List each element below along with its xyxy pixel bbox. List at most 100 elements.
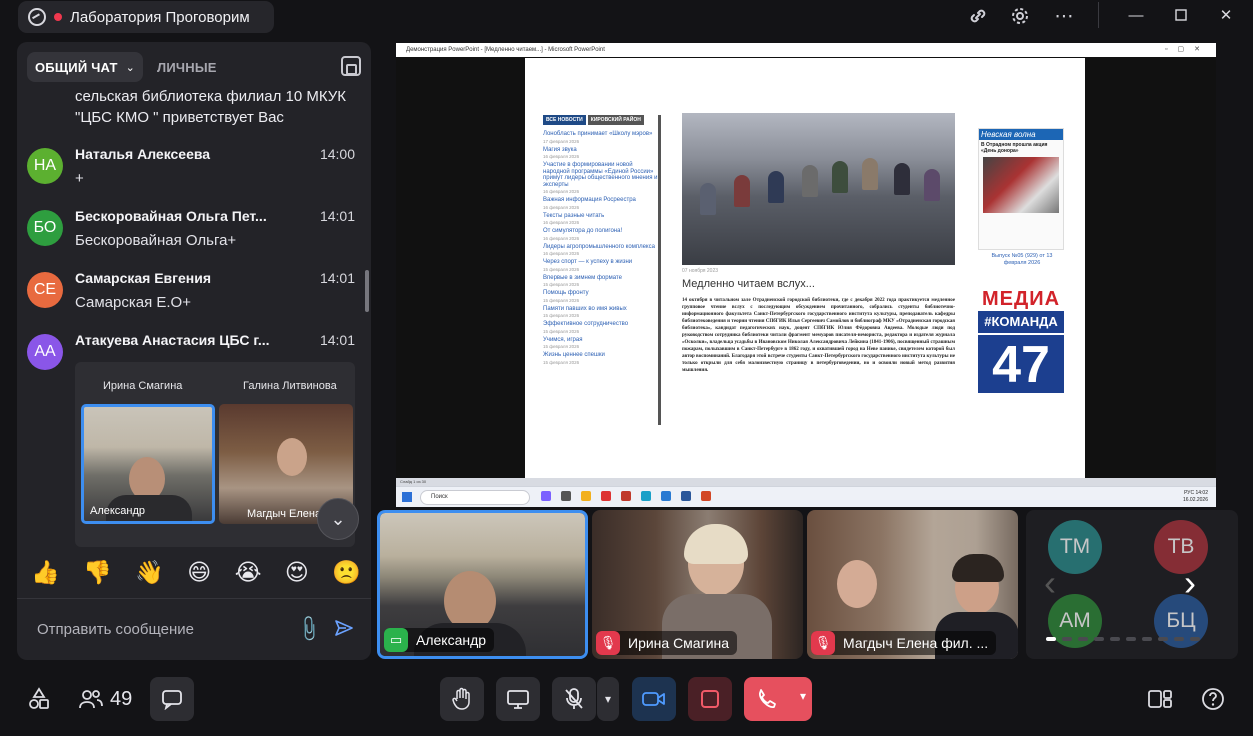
page-dot[interactable] — [1174, 637, 1184, 641]
message-author: Самарская Евгения — [75, 270, 212, 286]
hang-up-button[interactable]: ▾ — [744, 677, 812, 721]
news-item-title: Магия звука — [543, 146, 577, 153]
page-dot[interactable] — [1110, 637, 1120, 641]
maximize-window-icon[interactable] — [1167, 4, 1195, 26]
reaction-thumbs-up[interactable]: 👍 — [31, 559, 60, 586]
side-ads: Невская волна В Отрадном прошла акция «Д… — [978, 113, 1068, 423]
reaction-bar: 👍 👎 👋 😄 😭 😍 🙁 — [31, 552, 361, 592]
record-stop-button[interactable] — [688, 677, 732, 721]
more-options-icon[interactable]: ⋯ — [1051, 4, 1077, 28]
tab-general-chat-label: ОБЩИЙ ЧАТ — [35, 59, 118, 75]
reaction-thumbs-down[interactable]: 👎 — [83, 559, 112, 586]
page-dot[interactable] — [1046, 637, 1056, 641]
chat-image-attachment[interactable]: Ирина Смагина Галина Литвинова Александр… — [75, 362, 355, 547]
news-item-title: Важная информация Росреестра — [543, 197, 636, 203]
apps-shapes-icon[interactable] — [24, 684, 54, 714]
message-time: 14:01 — [319, 208, 355, 224]
page-dot[interactable] — [1126, 637, 1136, 641]
message-text: + — [75, 170, 84, 187]
photo-figure — [768, 171, 784, 203]
message-continued-text: сельская библиотека филиал 10 МКУК "ЦБС … — [75, 88, 347, 126]
participants-icon[interactable] — [76, 684, 106, 714]
chat-scrollbar[interactable] — [365, 270, 369, 312]
tab-general-chat[interactable]: ОБЩИЙ ЧАТ ⌄ — [27, 52, 144, 82]
newspaper-issue: Выпуск №05 (929) от 13 февраля 2026 — [991, 253, 1053, 266]
avatar[interactable]: ТМ — [1048, 520, 1102, 574]
news-item-date: 16 февраля 2026 — [543, 220, 580, 225]
news-item-date: 16 февраля 2026 — [543, 251, 580, 256]
page-dot[interactable] — [1158, 637, 1168, 641]
page-dot[interactable] — [1062, 637, 1072, 641]
news-item-date: 15 февраля 2026 — [543, 344, 580, 349]
avatar[interactable]: БО — [27, 210, 63, 246]
screen-share-button[interactable] — [496, 677, 540, 721]
taskbar-app-icon — [681, 491, 691, 501]
tab-private-label: ЛИЧНЫЕ — [157, 59, 217, 75]
popout-chat-icon[interactable] — [341, 56, 361, 76]
avatar[interactable]: АА — [27, 334, 63, 370]
close-window-icon[interactable]: ✕ — [1212, 4, 1240, 26]
pagination-dots — [1046, 637, 1200, 641]
tab-private[interactable]: ЛИЧНЫЕ — [149, 52, 225, 82]
reaction-heart-eyes[interactable]: 😍 — [285, 559, 309, 586]
news-list-header: ВСЕ НОВОСТИ КИРОВСКИЙ РАЙОН — [543, 115, 658, 125]
chat-toggle-button[interactable] — [150, 677, 194, 721]
windows-taskbar: Поиск РУС 14:02 16.02.2026 — [396, 486, 1216, 507]
scroll-to-bottom-button[interactable]: ⌄ — [317, 498, 359, 540]
news-items: Лонобласть принимает «Школу мэров» 17 фев… — [543, 131, 658, 365]
paperclip-icon[interactable]: 📎 — [294, 614, 324, 644]
mic-options-chevron-icon[interactable]: ▾ — [597, 677, 619, 721]
news-item-title: Через спорт — к успеху в жизни — [543, 259, 633, 265]
raise-hand-button[interactable] — [440, 677, 484, 721]
image-tile-right-name: Магдыч Елена — [247, 508, 322, 520]
news-item-title: Учимся, играя — [543, 336, 583, 343]
media-ad-line1: МЕДИА — [981, 288, 1061, 310]
message-time: 14:01 — [319, 332, 355, 348]
taskbar-lang: РУС — [1184, 490, 1195, 496]
settings-gear-icon[interactable] — [1007, 4, 1033, 28]
reaction-cry[interactable]: 😭 — [235, 559, 262, 586]
page-dot[interactable] — [1078, 637, 1088, 641]
news-item-date: 16 февраля 2026 — [543, 204, 580, 210]
page-dot[interactable] — [1142, 637, 1152, 641]
hang-up-options-chevron-icon[interactable]: ▾ — [800, 689, 806, 703]
chat-message: БО Бескоровайная Ольга Пет... 14:01 Беск… — [27, 208, 363, 268]
avatar[interactable]: ТВ — [1154, 520, 1208, 574]
participant-tile[interactable]: ▭ Александр — [377, 510, 588, 659]
message-input[interactable] — [37, 614, 297, 644]
avatar[interactable]: СЕ — [27, 272, 63, 308]
news-item-title: Впервые в зимнем формате — [543, 274, 622, 281]
news-item-date: 15 февраля 2026 — [543, 359, 580, 365]
taskbar-apps — [541, 491, 711, 501]
camera-button[interactable] — [632, 677, 676, 721]
link-icon[interactable] — [965, 4, 991, 28]
participant-tile[interactable]: 🎙 Ирина Смагина — [592, 510, 803, 659]
news-item-title: Помощь фронту — [543, 290, 589, 296]
page-dot[interactable] — [1094, 637, 1104, 641]
reaction-laugh[interactable]: 😄 — [187, 559, 211, 586]
presentation-slide: ВСЕ НОВОСТИ КИРОВСКИЙ РАЙОН Лонобласть п… — [525, 58, 1085, 478]
minimize-window-icon[interactable]: — — [1122, 4, 1150, 26]
microphone-muted-button[interactable] — [552, 677, 596, 721]
page-dot[interactable] — [1190, 637, 1200, 641]
news-list: ВСЕ НОВОСТИ КИРОВСКИЙ РАЙОН Лонобласть п… — [543, 115, 661, 425]
chat-panel: ОБЩИЙ ЧАТ ⌄ ЛИЧНЫЕ сельская библиотека ф… — [17, 42, 371, 660]
room-title-pill[interactable]: Лаборатория Проговорим — [18, 1, 274, 33]
message-author: Наталья Алексеева — [75, 146, 211, 162]
reaction-frown[interactable]: 🙁 — [332, 559, 361, 586]
shared-screen[interactable]: Демонстрация PowerPoint - [Медленно чита… — [396, 43, 1216, 507]
chat-tabs: ОБЩИЙ ЧАТ ⌄ ЛИЧНЫЕ — [27, 51, 225, 83]
media-ad-line2: #КОМАНДА — [978, 311, 1064, 333]
message-time: 14:00 — [319, 146, 355, 162]
layout-grid-icon[interactable] — [1145, 684, 1175, 714]
participant-tile[interactable]: 🎙 Магдыч Елена фил. ... — [807, 510, 1018, 659]
send-icon[interactable] — [332, 616, 356, 640]
news-item-title: Тексты разные читать — [543, 212, 605, 219]
chevron-left-icon[interactable]: ‹ — [1044, 562, 1056, 604]
participants-count[interactable]: 49 — [110, 688, 132, 711]
avatar[interactable]: НА — [27, 148, 63, 184]
reaction-wave[interactable]: 👋 — [135, 559, 164, 586]
chevron-right-icon[interactable]: › — [1184, 562, 1196, 604]
help-icon[interactable] — [1198, 684, 1228, 714]
photo-figure — [924, 169, 940, 201]
